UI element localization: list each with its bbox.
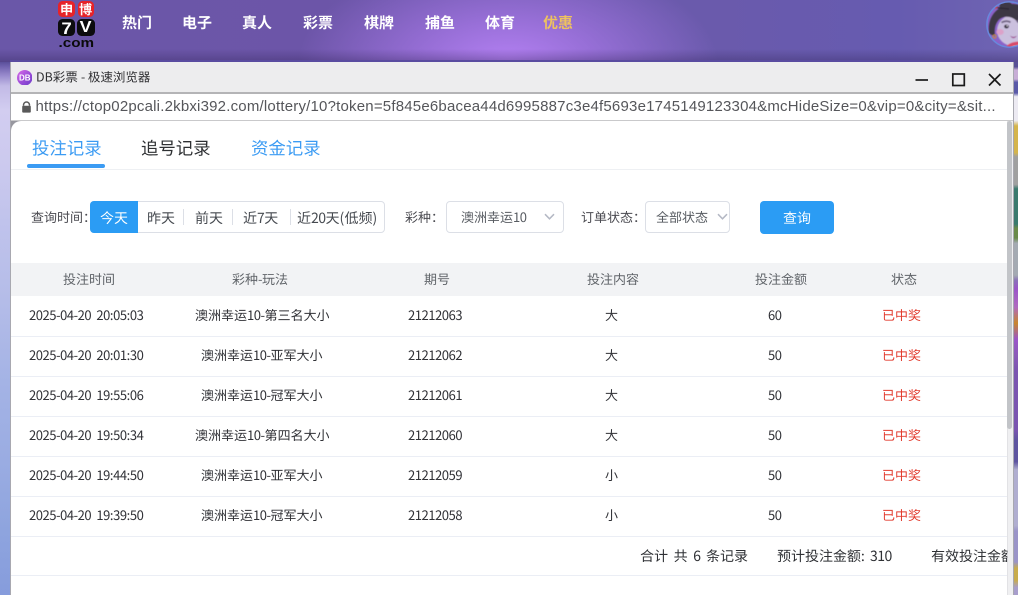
svg-text:DB: DB (18, 73, 30, 82)
